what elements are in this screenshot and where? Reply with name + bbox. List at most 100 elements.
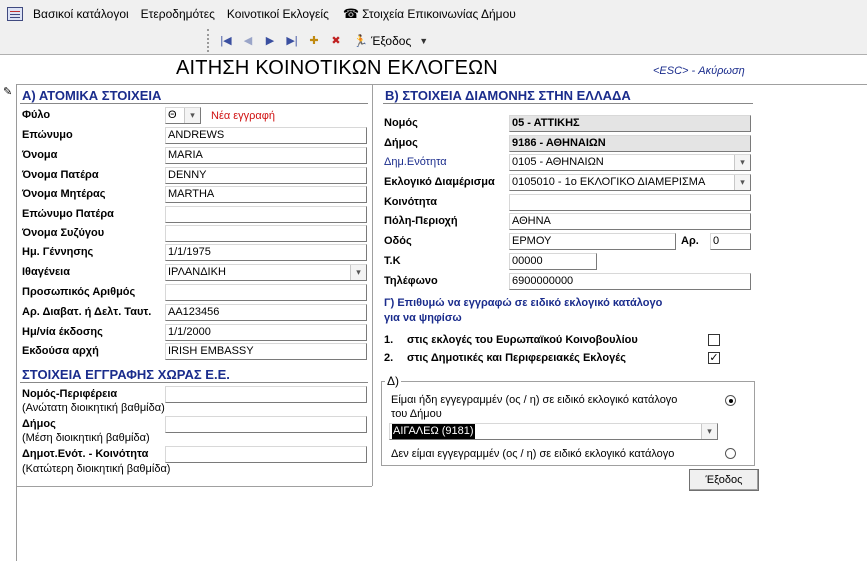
registered-municipality-value: ΑΙΓΑΛΕΩ (9181) [392, 424, 475, 439]
option2-number: 2. [384, 352, 394, 364]
checkmark-icon: ✓ [709, 352, 719, 364]
eu-municipality-sublabel: (Μέση διοικητική βαθμίδα) [22, 432, 150, 444]
surname-field[interactable]: ANDREWS [165, 127, 367, 144]
issue-date-field[interactable]: 1/1/2000 [165, 324, 367, 341]
eu-community-field[interactable] [165, 446, 367, 463]
nationality-select[interactable]: ΙΡΛΑΝΔΙΚΗ ▾ [165, 264, 367, 281]
column-divider [372, 84, 373, 486]
father-surname-field[interactable] [165, 206, 367, 223]
not-registered-label: Δεν είμαι εγγεγραμμέν (ος / η) σε ειδικό… [391, 448, 675, 460]
form-area: ✎ ΑΙΤΗΣΗ ΚΟΙΝΟΤΙΚΩΝ ΕΚΛΟΓΕΩΝ <ESC> - Ακύ… [0, 55, 867, 561]
electoral-district-label: Εκλογικό Διαμέρισμα [384, 176, 495, 188]
street-field[interactable]: ΕΡΜΟΥ [509, 233, 676, 250]
prefecture-label: Νομός [384, 117, 418, 129]
issuing-authority-label: Εκδούσα αρχή [22, 345, 99, 357]
record-selector[interactable]: ✎ [0, 84, 17, 561]
chevron-down-icon[interactable]: ▾ [184, 108, 200, 123]
mother-name-label: Όνομα Μητέρας [22, 188, 106, 200]
electoral-district-select[interactable]: 0105010 - 1ο ΕΚΛΟΓΙΚΟ ΔΙΑΜΕΡΙΣΜΑ ▾ [509, 174, 751, 191]
sex-label: Φύλο [22, 109, 51, 121]
passport-field[interactable]: AA123456 [165, 304, 367, 321]
registered-radio[interactable] [725, 395, 736, 406]
section-c-question-line1: Γ) Επιθυμώ να εγγραφώ σε ειδικό εκλογικό… [384, 297, 663, 309]
exit-runner-icon: 🏃 [353, 33, 368, 48]
birth-date-field[interactable]: 1/1/1975 [165, 244, 367, 261]
zip-label: Τ.Κ [384, 255, 401, 267]
nationality-label: Ιθαγένεια [22, 266, 71, 278]
delete-record-icon[interactable]: ✖ [325, 31, 347, 51]
father-name-field[interactable]: DENNY [165, 167, 367, 184]
next-record-icon[interactable]: ▶ [259, 31, 281, 51]
app-menu-icon[interactable] [7, 7, 23, 21]
eu-region-label: Νομός-Περιφέρεια [22, 388, 118, 400]
section-b-underline [383, 103, 753, 104]
name-label: Όνομα [22, 149, 58, 161]
not-registered-radio[interactable] [725, 448, 736, 459]
name-field[interactable]: MARIA [165, 147, 367, 164]
menu-bar: Βασικοί κατάλογοι Ετεροδημότες Κοινοτικο… [0, 0, 867, 28]
surname-label: Επώνυμο [22, 129, 73, 141]
prefecture-field: 05 - ΑΤΤΙΚΗΣ [509, 115, 751, 132]
city-field[interactable]: ΑΘΗΝΑ [509, 213, 751, 230]
record-navigation-toolbar: |◀ ◀ ▶ ▶| ✚ ✖ 🏃 Έξοδος ▼ [207, 29, 439, 52]
eu-section-underline [20, 382, 368, 383]
last-record-icon[interactable]: ▶| [281, 31, 303, 51]
section-a-underline [20, 103, 368, 104]
form-title: ΑΙΤΗΣΗ ΚΟΙΝΟΤΙΚΩΝ ΕΚΛΟΓΕΩΝ [176, 57, 498, 79]
spouse-name-label: Όνομα Συζύγου [22, 227, 105, 239]
phone-field[interactable]: 6900000000 [509, 273, 751, 290]
toolbar-options-chevron-icon[interactable]: ▼ [419, 36, 428, 46]
father-name-label: Όνομα Πατέρα [22, 169, 99, 181]
section-c-question-line2: για να ψηφίσω [384, 312, 462, 324]
chevron-down-icon[interactable]: ▾ [734, 175, 750, 190]
first-record-icon[interactable]: |◀ [215, 31, 237, 51]
community-field[interactable] [509, 194, 751, 211]
toolbar-exit-button[interactable]: 🏃 Έξοδος [353, 34, 411, 48]
municipal-unit-label: Δημ.Ενότητα [384, 156, 447, 168]
new-record-indicator: Νέα εγγραφή [211, 110, 276, 122]
eu-municipality-label: Δήμος [22, 418, 56, 430]
eu-parliament-checkbox[interactable] [708, 334, 720, 346]
toolbar-exit-label: Έξοδος [370, 33, 412, 48]
esc-cancel-hint: <ESC> - Ακύρωση [653, 65, 745, 77]
sex-select[interactable]: Θ ▾ [165, 107, 201, 124]
section-d-title: Δ) [385, 374, 402, 388]
municipal-unit-select[interactable]: 0105 - ΑΘΗΝΑΙΩΝ ▾ [509, 154, 751, 171]
birth-date-label: Ημ. Γέννησης [22, 246, 94, 258]
menu-contact-info[interactable]: Στοιχεία Επικοινωνίας Δήμου [362, 5, 516, 23]
municipal-unit-value: 0105 - ΑΘΗΝΑΙΩΝ [512, 156, 604, 168]
new-record-icon[interactable]: ✚ [303, 31, 325, 51]
nationality-value: ΙΡΛΑΝΔΙΚΗ [168, 266, 226, 278]
issuing-authority-field[interactable]: IRISH EMBASSY [165, 343, 367, 360]
personal-number-field[interactable] [165, 284, 367, 301]
street-number-field[interactable]: 0 [710, 233, 751, 250]
electoral-district-value: 0105010 - 1ο ΕΚΛΟΓΙΚΟ ΔΙΑΜΕΡΙΣΜΑ [512, 176, 706, 188]
previous-record-icon[interactable]: ◀ [237, 31, 259, 51]
eu-municipality-field[interactable] [165, 416, 367, 433]
registered-municipality-select[interactable]: ΑΙΓΑΛΕΩ (9181) ▾ [389, 423, 718, 440]
city-label: Πόλη-Περιοχή [384, 215, 458, 227]
toolbar-row: |◀ ◀ ▶ ▶| ✚ ✖ 🏃 Έξοδος ▼ [0, 28, 867, 54]
father-surname-label: Επώνυμο Πατέρα [22, 208, 114, 220]
phone-icon[interactable]: ☎ [343, 6, 359, 22]
chevron-down-icon[interactable]: ▾ [701, 424, 717, 439]
menu-community-voters[interactable]: Κοινοτικοί Εκλογείς [227, 5, 329, 23]
registered-label-line1: Είμαι ήδη εγγεγραμμέν (ος / η) σε ειδικό… [391, 394, 678, 406]
registered-label-line2: του Δήμου [391, 408, 442, 420]
chevron-down-icon[interactable]: ▾ [734, 155, 750, 170]
eu-region-sublabel: (Ανώτατη διοικητική βαθμίδα) [22, 402, 165, 414]
eu-community-label: Δημοτ.Ενότ. - Κοινότητα [22, 448, 149, 460]
chevron-down-icon[interactable]: ▾ [350, 265, 366, 280]
spouse-name-field[interactable] [165, 225, 367, 242]
option2-label: στις Δημοτικές και Περιφερειακές Εκλογές [407, 352, 626, 364]
menu-basic-catalogs[interactable]: Βασικοί κατάλογοι [33, 5, 129, 23]
zip-field[interactable]: 00000 [509, 253, 597, 270]
menu-eterodimotes[interactable]: Ετεροδημότες [141, 5, 215, 23]
eu-region-field[interactable] [165, 386, 367, 403]
exit-button[interactable]: Έξοδος [689, 469, 759, 491]
issue-date-label: Ημ/νία έκδοσης [22, 326, 103, 338]
municipal-elections-checkbox[interactable]: ✓ [708, 352, 720, 364]
mother-name-field[interactable]: MARTHA [165, 186, 367, 203]
left-bottom-divider [17, 486, 372, 487]
sex-value: Θ [168, 109, 177, 121]
